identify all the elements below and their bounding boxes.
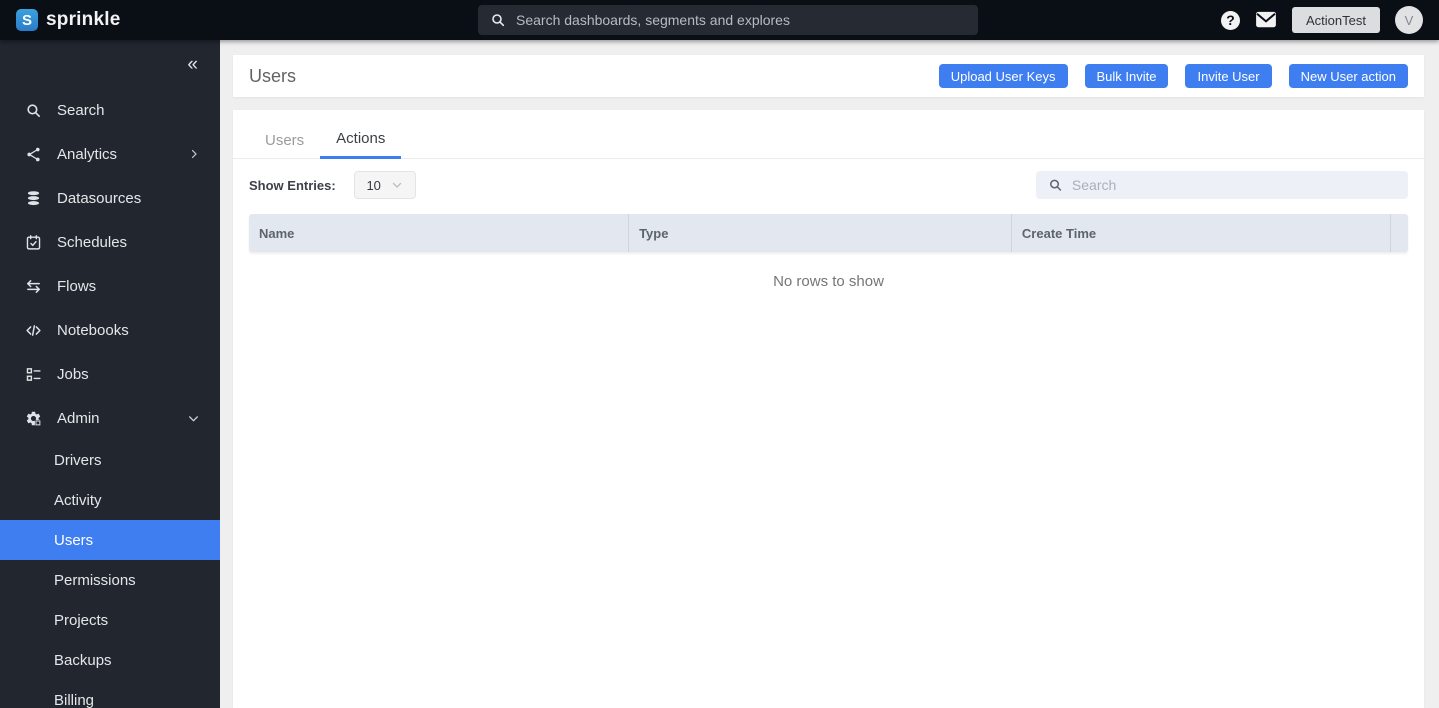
chevron-down-icon (391, 179, 403, 191)
sidebar-subitem-projects[interactable]: Projects (0, 600, 220, 640)
column-header-name[interactable]: Name (249, 214, 628, 252)
show-entries-label: Show Entries: (249, 177, 336, 193)
swap-arrows-icon (24, 277, 42, 295)
column-header-create-time[interactable]: Create Time (1010, 214, 1390, 252)
show-entries-group: Show Entries: 10 (249, 171, 416, 199)
sidebar-item-label: Admin (57, 409, 100, 427)
user-avatar[interactable]: V (1395, 6, 1423, 34)
sidebar-item-flows[interactable]: Flows (0, 264, 220, 308)
topbar: S sprinkle ? ActionTest V (0, 0, 1439, 40)
sidebar-item-jobs[interactable]: Jobs (0, 352, 220, 396)
chevron-right-icon (188, 148, 200, 160)
calendar-check-icon (24, 233, 42, 251)
sidebar-item-label: Flows (57, 277, 97, 295)
tab-bar: Users Actions (233, 110, 1424, 159)
page-title: Users (249, 65, 297, 86)
chevron-down-icon (187, 412, 200, 425)
entries-count-select[interactable]: 10 (353, 171, 416, 199)
global-search-input[interactable] (516, 12, 966, 28)
main-content: Users Upload User Keys Bulk Invite Invit… (220, 40, 1439, 708)
column-header-type[interactable]: Type (628, 214, 1011, 252)
sidebar-item-admin[interactable]: Admin (0, 396, 220, 440)
sidebar-item-analytics[interactable]: Analytics (0, 132, 220, 176)
sidebar-subitem-billing[interactable]: Billing (0, 680, 220, 708)
admin-gear-icon (24, 409, 42, 427)
sidebar: « Search Analytics Datasources Schedules… (0, 40, 220, 708)
database-icon (24, 189, 42, 207)
new-user-action-button[interactable]: New User action (1288, 64, 1408, 88)
sidebar-item-label: Datasources (57, 189, 142, 207)
search-icon (492, 14, 505, 27)
sidebar-item-datasources[interactable]: Datasources (0, 176, 220, 220)
topbar-right: ? ActionTest V (1221, 6, 1423, 34)
sidebar-item-label: Search (57, 101, 105, 119)
account-button[interactable]: ActionTest (1292, 7, 1380, 33)
collapse-sidebar-icon[interactable]: « (187, 55, 198, 74)
column-header-spacer (1389, 214, 1408, 252)
app-logo[interactable]: S sprinkle (16, 9, 120, 31)
table-search-input[interactable] (1071, 177, 1396, 193)
sidebar-collapse-row: « (0, 40, 220, 88)
sidebar-subitem-drivers[interactable]: Drivers (0, 440, 220, 480)
sidebar-subitem-activity[interactable]: Activity (0, 480, 220, 520)
table-controls: Show Entries: 10 (233, 159, 1424, 209)
global-search[interactable] (478, 5, 978, 35)
code-icon (24, 321, 42, 339)
empty-table-message: No rows to show (773, 273, 884, 290)
sidebar-item-label: Jobs (57, 365, 89, 383)
sidebar-item-label: Notebooks (57, 321, 129, 339)
sidebar-item-label: Analytics (57, 145, 118, 163)
sidebar-item-label: Schedules (57, 233, 128, 251)
sidebar-item-schedules[interactable]: Schedules (0, 220, 220, 264)
sidebar-subitem-backups[interactable]: Backups (0, 640, 220, 680)
sidebar-subitem-permissions[interactable]: Permissions (0, 560, 220, 600)
logo-text: sprinkle (46, 9, 121, 30)
content-card: Users Actions Show Entries: 10 Name Type (233, 110, 1424, 708)
task-list-icon (24, 365, 42, 383)
bulk-invite-button[interactable]: Bulk Invite (1084, 64, 1169, 88)
entries-count-value: 10 (366, 177, 381, 193)
search-icon (1050, 179, 1062, 191)
table-search[interactable] (1036, 171, 1408, 199)
header-actions: Upload User Keys Bulk Invite Invite User… (938, 64, 1408, 88)
help-icon[interactable]: ? (1221, 10, 1241, 30)
mail-icon[interactable] (1255, 11, 1277, 29)
tab-actions[interactable]: Actions (320, 124, 402, 159)
sidebar-item-notebooks[interactable]: Notebooks (0, 308, 220, 352)
invite-user-button[interactable]: Invite User (1185, 64, 1272, 88)
search-icon (24, 101, 42, 119)
upload-user-keys-button[interactable]: Upload User Keys (938, 64, 1068, 88)
sprinkle-logo-icon: S (16, 9, 38, 31)
share-icon (24, 145, 42, 163)
table-header-row: Name Type Create Time (249, 214, 1408, 252)
sidebar-subitem-users[interactable]: Users (0, 520, 220, 560)
tab-users[interactable]: Users (249, 126, 320, 158)
sidebar-item-search[interactable]: Search (0, 88, 220, 132)
page-header: Users Upload User Keys Bulk Invite Invit… (233, 55, 1424, 97)
